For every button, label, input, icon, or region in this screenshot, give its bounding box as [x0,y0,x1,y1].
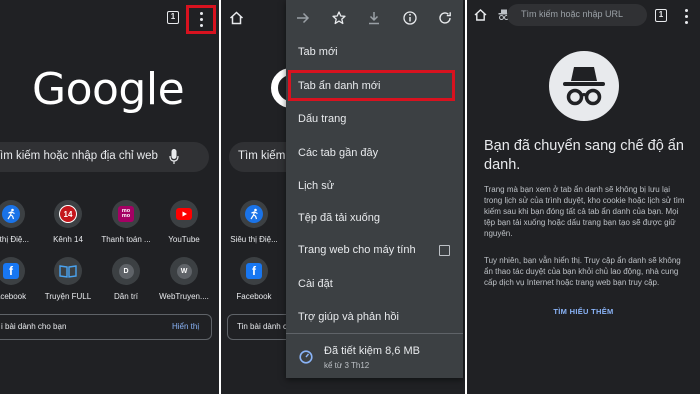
shortcut-icon-bg: 14 [54,200,82,228]
shortcut-tile[interactable]: f acebook [0,257,40,301]
menu-item-settings[interactable]: Cài đặt [298,278,333,290]
menu-item-downloads[interactable]: Tệp đã tải xuống [298,212,380,224]
letter-avatar-icon: W [176,263,192,279]
data-saved-subtitle: kể từ 3 Th12 [324,361,370,370]
facebook-logo-icon: f [246,263,262,279]
menu-item-new-tab[interactable]: Tab mới [298,46,338,58]
menu-item-bookmarks[interactable]: Dấu trang [298,113,346,125]
download-icon[interactable] [367,11,381,25]
shortcut-icon-bg [54,257,82,285]
chrome-new-tab-screen: 1 Google ìm kiếm hoặc nhập địa chỉ web n… [0,0,219,394]
microphone-icon[interactable] [169,149,179,165]
tab-switcher-button[interactable]: 1 [167,11,179,24]
omnibox-placeholder: Tìm kiếm hoặc nhập URL [521,9,624,19]
reload-icon[interactable] [438,11,452,25]
shortcut-icon-bg [0,200,25,228]
facebook-logo-icon: f [3,263,19,279]
chrome-incognito-screen: Tìm kiếm hoặc nhập URL 1 Bạn đã chuyển s… [467,0,700,394]
home-icon[interactable] [229,11,244,25]
learn-more-link[interactable]: TÌM HIỂU THÊM [467,307,700,316]
shortcut-icon-bg: mo mo [112,200,140,228]
incognito-icon [549,51,619,121]
shortcut-icon-bg: f [240,257,268,285]
forward-arrow-icon[interactable] [296,11,310,25]
feed-show-link[interactable]: Hiển thị [172,322,199,331]
incognito-paragraph-2: Tuy nhiên, bạn vẫn hiển thị. Truy cập ẩn… [484,256,681,287]
omnibox[interactable]: Tìm kiếm hoặc nhập URL [507,4,647,26]
highlight-box-menu-button [186,5,216,34]
search-input[interactable]: ìm kiếm hoặc nhập địa chỉ web [0,142,209,172]
shortcut-label: WebTruyen.... [159,292,209,301]
tab-switcher-button[interactable]: 1 [655,9,667,22]
letter-avatar-icon: D [118,263,134,279]
search-placeholder: ìm kiếm hoặc nhập địa chỉ web [0,150,158,162]
overflow-menu: Tab mới Tab ẩn danh mới Dấu trang Các ta… [286,0,463,378]
star-icon[interactable] [332,11,346,25]
shortcut-label: Truyện FULL [44,292,92,301]
shortcut-icon-bg [170,200,198,228]
incognito-paragraph-1: Trang mà bạn xem ở tab ẩn danh sẽ không … [484,185,685,238]
menu-item-recent-tabs[interactable]: Các tab gần đây [298,147,378,159]
more-options-icon[interactable] [685,9,689,27]
menu-toolbar [286,0,463,36]
highlight-box-incognito [288,70,455,101]
shortcut-label: acebook [0,292,27,301]
running-person-icon [2,205,20,223]
feed-header: i bài dành cho bạn Hiển thị [0,314,212,340]
shortcut-tile[interactable]: n thị Điệ... [0,200,40,244]
google-logo: Google [32,64,185,115]
shortcut-label: Thanh toán ... [101,235,151,244]
kenh14-logo-icon: 14 [59,205,77,223]
shortcut-tile[interactable]: YouTube [155,200,213,244]
feed-title: i bài dành cho bạn [1,322,67,331]
shortcut-icon-bg: f [0,257,25,285]
shortcut-label: YouTube [168,235,200,244]
shortcut-tile[interactable]: D Dân trí [97,257,155,301]
running-person-icon [245,205,263,223]
shortcut-icon-bg: D [112,257,140,285]
data-saver-icon [299,350,313,364]
youtube-logo-icon [176,208,192,220]
home-icon[interactable] [474,9,487,21]
shortcut-label: n thị Điệ... [0,235,29,244]
book-icon [59,265,77,278]
menu-item-help-feedback[interactable]: Trợ giúp và phản hồi [298,311,399,323]
shortcut-tile[interactable]: mo mo Thanh toán ... [97,200,155,244]
chrome-menu-screen: Tìm kiếm Siêu thị Điệ... f Facebook Tin … [221,0,465,394]
desktop-site-checkbox[interactable] [439,245,450,256]
shortcut-icon-bg: W [170,257,198,285]
menu-item-desktop-site[interactable]: Trang web cho máy tính [298,244,416,256]
momo-logo-icon: mo mo [118,206,134,222]
shortcut-icon-bg [240,200,268,228]
incognito-title: Bạn đã chuyển sang chế độ ẩn danh. [484,138,684,173]
info-icon[interactable] [403,11,417,25]
shortcut-tile[interactable]: 14 Kênh 14 [39,200,97,244]
shortcut-label: Dân trí [113,292,138,301]
shortcut-tile[interactable]: W WebTruyen.... [155,257,213,301]
shortcut-tile[interactable]: Truyện FULL [39,257,97,301]
shortcut-label: Siêu thị Điệ... [230,235,278,244]
shortcut-tile[interactable]: f Facebook [225,257,283,301]
shortcut-tile[interactable]: Siêu thị Điệ... [225,200,283,244]
menu-divider [286,333,463,334]
search-placeholder: Tìm kiếm [238,150,286,162]
menu-item-history[interactable]: Lịch sử [298,180,334,192]
shortcut-label: Facebook [236,292,272,301]
data-saved-title[interactable]: Đã tiết kiệm 8,6 MB [324,345,420,357]
shortcut-label: Kênh 14 [53,235,83,244]
